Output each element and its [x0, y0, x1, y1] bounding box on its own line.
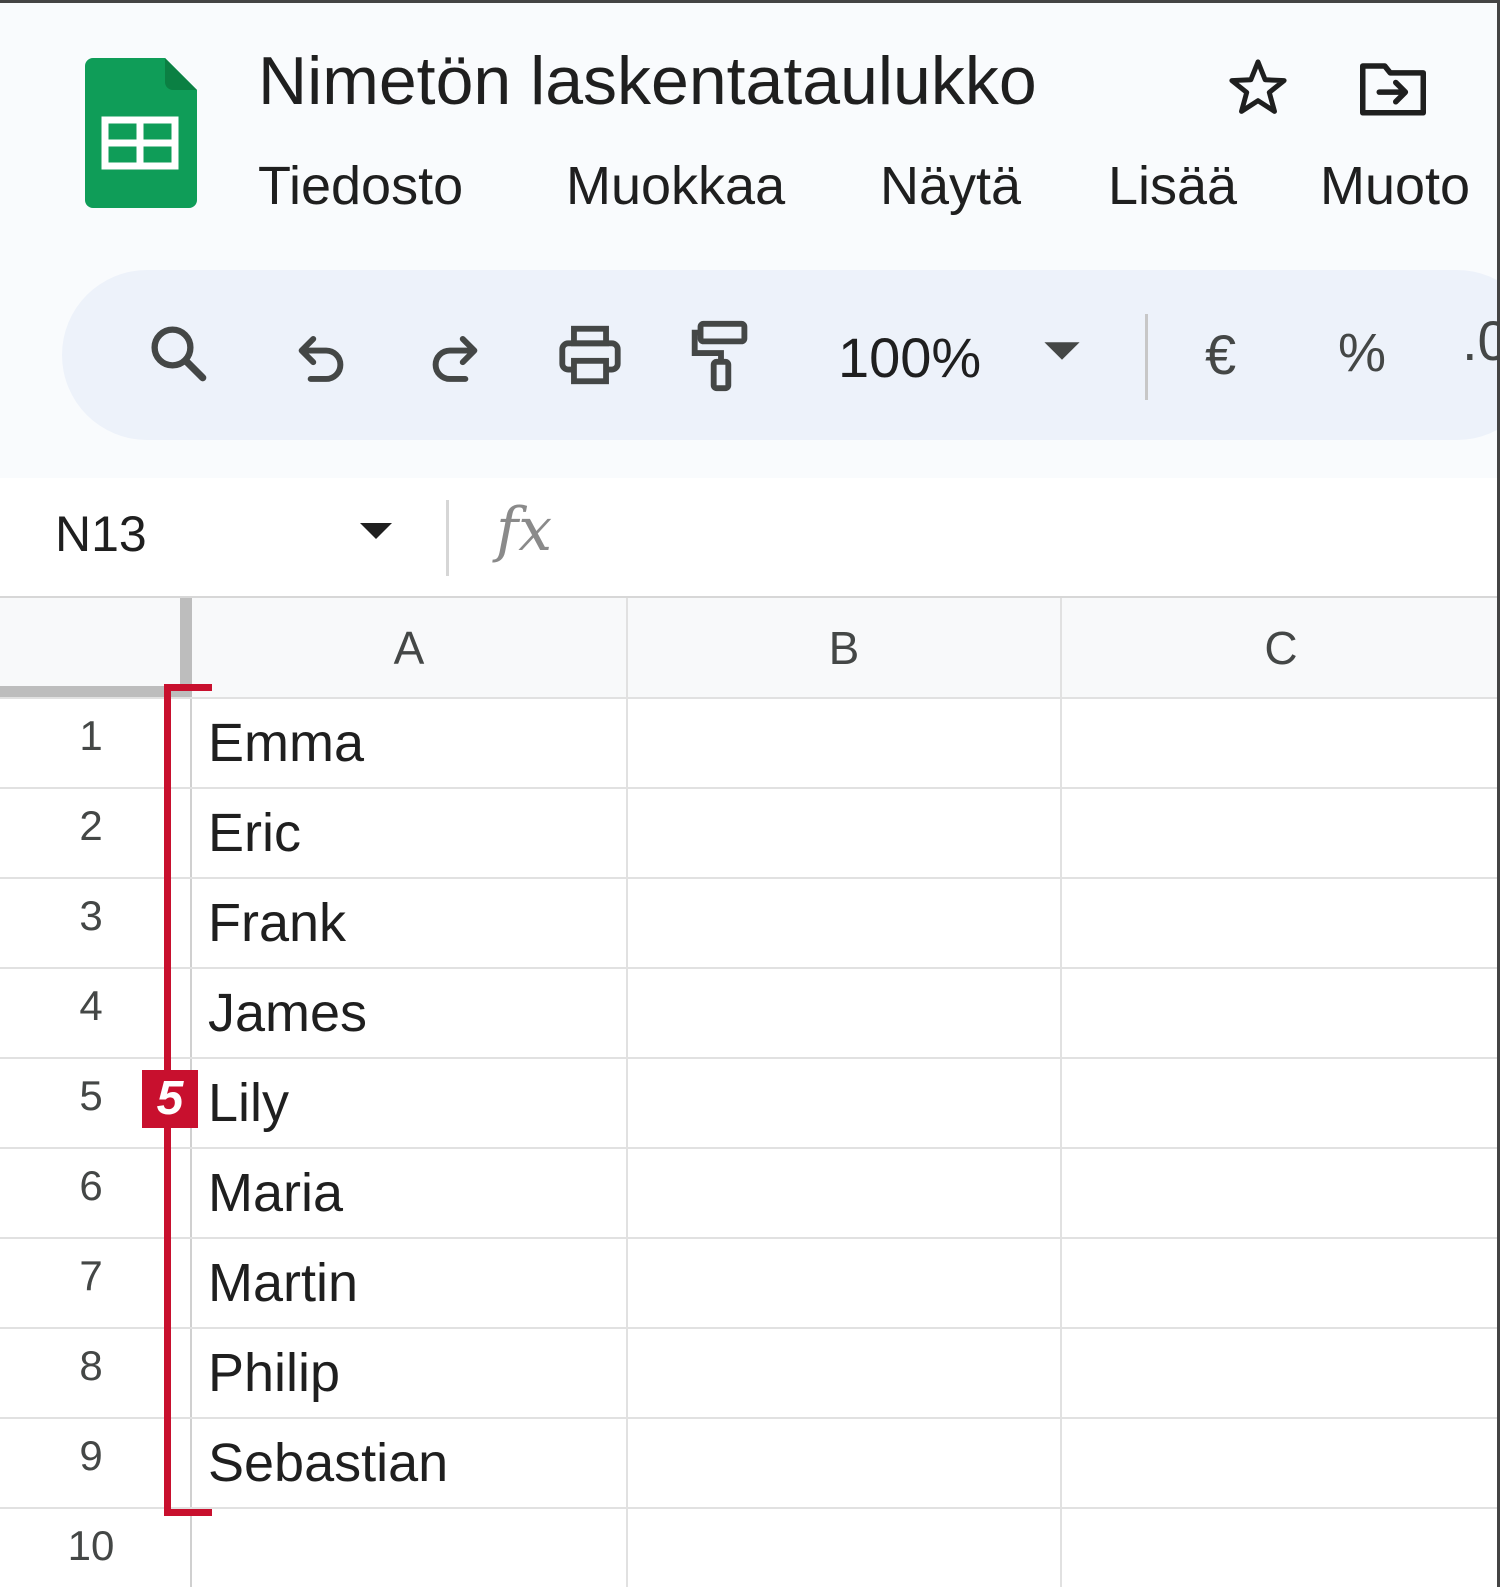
currency-format-button[interactable]: €: [1205, 322, 1236, 387]
cell-a1[interactable]: Emma: [208, 712, 364, 774]
toolbar: [62, 270, 1500, 440]
cell-a5[interactable]: Lily: [208, 1072, 289, 1134]
cell-a4[interactable]: James: [208, 982, 367, 1044]
row-divider: [0, 877, 1500, 879]
move-to-folder-icon[interactable]: [1356, 55, 1430, 121]
column-header-a[interactable]: A: [192, 598, 626, 698]
menu-edit[interactable]: Muokkaa: [566, 155, 785, 217]
undo-icon[interactable]: [290, 326, 352, 388]
row-divider: [0, 1057, 1500, 1059]
menu-file[interactable]: Tiedosto: [258, 155, 463, 217]
menu-format[interactable]: Muoto: [1320, 155, 1470, 217]
spreadsheet-grid: A B C 1 2 3 4 5 6 7 8 9 10 Emma Eric Fra…: [0, 598, 1500, 1587]
redo-icon[interactable]: [424, 326, 486, 388]
row-header[interactable]: 8: [0, 1342, 182, 1390]
row-divider: [0, 1507, 1500, 1509]
decrease-decimal-button[interactable]: .0: [1462, 308, 1500, 373]
star-icon[interactable]: [1225, 55, 1291, 121]
paint-format-icon[interactable]: [688, 318, 754, 394]
column-header-b[interactable]: B: [628, 598, 1060, 698]
column-divider: [1060, 598, 1062, 1587]
fx-icon: fx: [496, 495, 553, 565]
cell-a9[interactable]: Sebastian: [208, 1432, 448, 1494]
row-divider: [0, 1417, 1500, 1419]
row-header[interactable]: 10: [0, 1522, 182, 1570]
select-all-corner[interactable]: [0, 598, 182, 698]
sheets-logo-icon[interactable]: [85, 58, 197, 208]
print-icon[interactable]: [554, 320, 626, 390]
annotation-badge: 5: [142, 1070, 198, 1128]
cell-a8[interactable]: Philip: [208, 1342, 340, 1404]
row-divider: [0, 1147, 1500, 1149]
annotation-bracket-bottom: [164, 1509, 212, 1516]
row-divider: [0, 1327, 1500, 1329]
cell-a2[interactable]: Eric: [208, 802, 301, 864]
cell-a7[interactable]: Martin: [208, 1252, 358, 1314]
row-header[interactable]: 4: [0, 982, 182, 1030]
zoom-value[interactable]: 100%: [838, 325, 981, 390]
document-title[interactable]: Nimetön laskentataulukko: [258, 42, 1037, 120]
row-divider: [0, 787, 1500, 789]
row-header[interactable]: 1: [0, 712, 182, 760]
percent-format-button[interactable]: %: [1338, 322, 1386, 384]
column-header-c[interactable]: C: [1062, 598, 1500, 698]
cell-a6[interactable]: Maria: [208, 1162, 343, 1224]
frozen-column-divider[interactable]: [180, 598, 192, 698]
row-header[interactable]: 6: [0, 1162, 182, 1210]
search-icon[interactable]: [145, 320, 211, 386]
cell-a3[interactable]: Frank: [208, 892, 346, 954]
column-divider: [626, 598, 628, 1587]
menu-view[interactable]: Näytä: [880, 155, 1021, 217]
formula-separator: [446, 500, 449, 576]
chevron-down-icon[interactable]: [1040, 336, 1084, 366]
row-header[interactable]: 3: [0, 892, 182, 940]
row-header-divider: [190, 698, 192, 1587]
window-frame-top: [0, 0, 1500, 3]
annotation-bracket-top: [164, 684, 212, 691]
formula-bar: [0, 478, 1500, 598]
toolbar-separator: [1145, 314, 1148, 400]
row-header[interactable]: 2: [0, 802, 182, 850]
menu-insert[interactable]: Lisää: [1108, 155, 1237, 217]
name-box-dropdown-icon[interactable]: [356, 518, 396, 544]
row-divider: [0, 967, 1500, 969]
row-header[interactable]: 7: [0, 1252, 182, 1300]
name-box[interactable]: N13: [55, 505, 147, 563]
row-header[interactable]: 9: [0, 1432, 182, 1480]
row-divider: [0, 1237, 1500, 1239]
header-bottom-line: [0, 697, 1500, 699]
